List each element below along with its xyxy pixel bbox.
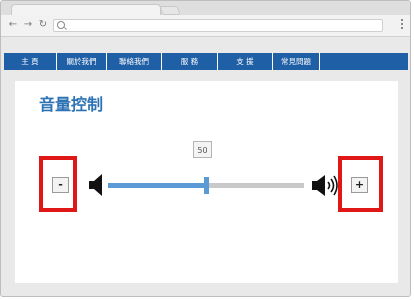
browser-toolbar: ← → ↻ (1, 15, 410, 37)
nav-item-services[interactable]: 服 務 (162, 53, 218, 70)
volume-slider-fill (108, 183, 206, 188)
tab-strip (1, 1, 410, 16)
browser-window: ← → ↻ 主 頁 關於我們 聯絡我們 服 務 支 援 常見問題 音量控制 50… (0, 0, 411, 297)
nav-item-home[interactable]: 主 頁 (4, 53, 57, 70)
arrow-left-icon[interactable]: ← (7, 19, 19, 31)
volume-slider-thumb[interactable] (204, 177, 209, 194)
site-navbar: 主 頁 關於我們 聯絡我們 服 務 支 援 常見問題 (4, 53, 408, 70)
speaker-icon (89, 174, 102, 196)
menu-dots-icon[interactable] (400, 19, 404, 31)
speaker-waves-icon (312, 175, 338, 196)
nav-item-faq[interactable]: 常見問題 (273, 53, 320, 70)
page-title: 音量控制 (39, 95, 104, 114)
new-tab-button[interactable] (159, 6, 181, 15)
nav-item-contact[interactable]: 聯絡我們 (107, 53, 162, 70)
volume-decrease-button[interactable]: - (52, 177, 69, 193)
content-panel: 音量控制 50 - + (15, 81, 398, 283)
arrow-right-icon[interactable]: → (22, 19, 34, 31)
nav-item-support[interactable]: 支 援 (218, 53, 273, 70)
search-icon (57, 21, 65, 29)
volume-increase-button[interactable]: + (351, 177, 368, 193)
volume-value-display: 50 (193, 141, 212, 158)
address-bar[interactable] (53, 19, 383, 32)
reload-icon[interactable]: ↻ (37, 19, 49, 31)
nav-item-about[interactable]: 關於我們 (57, 53, 107, 70)
